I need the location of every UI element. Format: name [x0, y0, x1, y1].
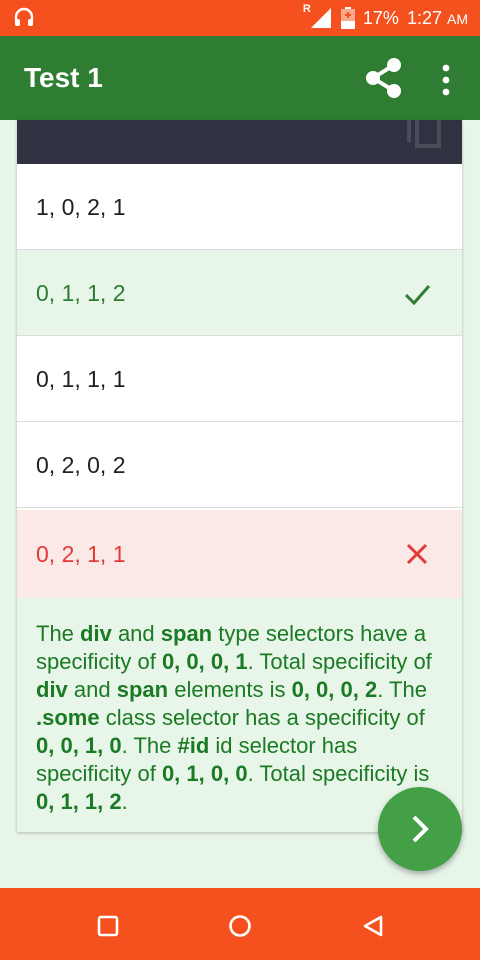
answer-option-text: 0, 1, 1, 2	[36, 279, 126, 306]
battery-charging-icon	[340, 7, 355, 29]
system-nav-bar	[0, 888, 480, 960]
answer-option-text: 0, 2, 1, 1	[36, 540, 126, 567]
close-icon	[406, 543, 428, 565]
answer-option-correct[interactable]: 0, 1, 1, 2	[17, 250, 462, 336]
signal-icon: R	[303, 3, 333, 30]
answer-option[interactable]: 0, 1, 1, 1	[17, 336, 462, 422]
copy-icon[interactable]	[403, 120, 447, 150]
back-triangle-icon[interactable]	[361, 914, 385, 938]
answer-option[interactable]: 0, 2, 0, 2	[17, 422, 462, 508]
clock-time: 1:27	[406, 7, 442, 28]
answer-option-text: 1, 0, 2, 1	[36, 193, 126, 220]
clock: 1:27 AM	[407, 8, 468, 29]
battery-percentage: 17%	[362, 7, 399, 28]
answer-option-text: 0, 1, 1, 1	[36, 365, 126, 392]
home-circle-icon[interactable]	[228, 914, 252, 938]
headset-icon	[14, 7, 34, 26]
recents-square-icon[interactable]	[96, 914, 120, 938]
answer-option[interactable]: 1, 0, 2, 1	[17, 164, 462, 250]
clock-suffix: AM	[447, 10, 468, 27]
answer-option-wrong[interactable]: 0, 2, 1, 1	[17, 510, 462, 598]
share-icon[interactable]	[362, 56, 406, 100]
question-card: 1, 0, 2, 1 0, 1, 1, 2 0, 1, 1, 1 0, 2, 0…	[17, 120, 462, 832]
status-bar: R 17% 1:27 AM	[0, 0, 480, 36]
chevron-right-icon	[412, 815, 429, 843]
page-title: Test 1	[24, 62, 103, 93]
app-bar: Test 1	[0, 36, 480, 120]
code-snippet-area	[17, 120, 462, 164]
next-button[interactable]	[378, 787, 462, 871]
answer-option-text: 0, 2, 0, 2	[36, 451, 126, 478]
check-icon	[404, 285, 431, 306]
more-vert-icon[interactable]	[432, 62, 460, 98]
